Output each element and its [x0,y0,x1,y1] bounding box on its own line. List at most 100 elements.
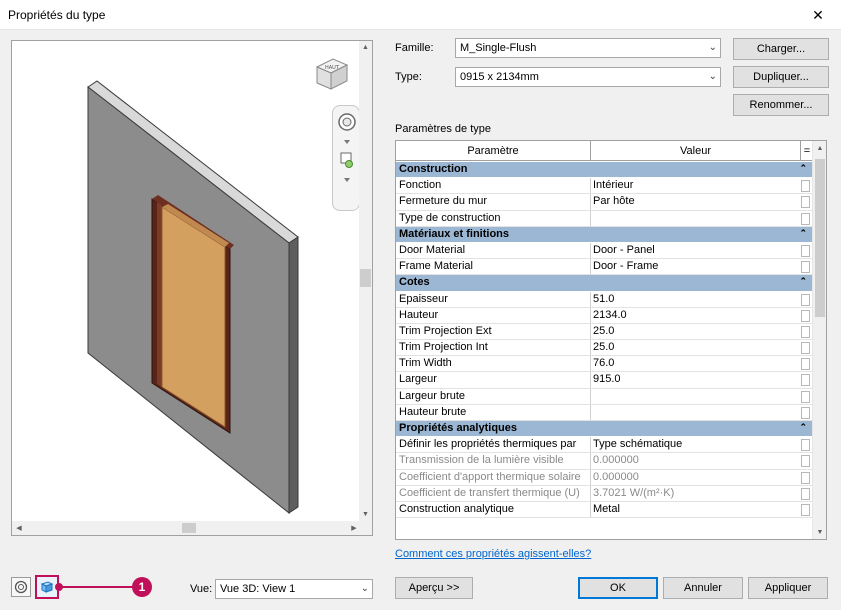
table-row[interactable]: Fermeture du mur Par hôte [396,194,813,211]
parameter-value[interactable]: 25.0 [593,325,801,337]
chevron-down-icon[interactable] [344,140,350,144]
table-row[interactable]: Trim Projection Int 25.0 [396,340,813,357]
formula-button[interactable] [801,293,810,306]
formula-button[interactable] [801,261,810,274]
table-row[interactable]: Hauteur brute [396,404,813,421]
preview-toggle-button[interactable]: Aperçu >> [395,577,473,599]
formula-button[interactable] [801,342,810,355]
group-header-row[interactable]: Cotes ⌃ [396,275,813,292]
parameter-value[interactable]: Door - Panel [593,244,801,256]
duplicate-button[interactable]: Dupliquer... [733,66,829,88]
table-row[interactable]: Construction analytique Metal [396,501,813,519]
parameter-value[interactable]: 2134.0 [593,309,801,321]
formula-button[interactable] [801,439,810,452]
rename-button[interactable]: Renommer... [733,94,829,116]
preview-horizontal-scrollbar[interactable]: ◀ ▶ [12,521,361,535]
type-select[interactable]: 0915 x 2134mm ⌄ [455,67,721,87]
formula-button[interactable] [801,390,810,403]
apply-button[interactable]: Appliquer [748,577,828,599]
chevron-down-icon: ⌄ [360,583,369,594]
scroll-thumb[interactable] [182,523,196,533]
collapse-chevron-icon[interactable]: ⌃ [799,163,807,174]
scroll-down-arrow-icon[interactable]: ▼ [813,525,826,539]
formula-button[interactable] [801,325,810,338]
column-header-value[interactable]: Valeur [591,141,801,161]
group-header-row[interactable]: Construction ⌃ [396,162,813,179]
parameter-value[interactable]: 51.0 [593,293,801,305]
load-button[interactable]: Charger... [733,38,829,60]
parameter-value[interactable]: 915.0 [593,373,801,385]
help-link[interactable]: Comment ces propriétés agissent-elles? [395,548,591,560]
parameter-value[interactable]: Intérieur [593,179,801,191]
group-header-row[interactable]: Matériaux et finitions ⌃ [396,226,813,243]
table-row[interactable]: Trim Width 76.0 [396,356,813,373]
scroll-up-arrow-icon[interactable]: ▲ [813,141,826,155]
table-row[interactable]: Transmission de la lumière visible 0.0000… [396,453,813,470]
collapse-chevron-icon[interactable]: ⌃ [799,228,807,239]
table-row[interactable]: Trim Projection Ext 25.0 [396,323,813,341]
formula-button[interactable] [801,455,810,468]
collapse-chevron-icon[interactable]: ⌃ [799,276,807,287]
view-value: Vue 3D: View 1 [220,583,296,595]
chevron-down-icon[interactable] [344,178,350,182]
scroll-left-arrow-icon[interactable]: ◀ [12,521,26,535]
column-header-parameter[interactable]: Paramètre [396,141,591,161]
scroll-up-arrow-icon[interactable]: ▲ [359,41,372,54]
scroll-thumb[interactable] [360,269,371,287]
table-row[interactable]: Hauteur 2134.0 [396,307,813,324]
parameter-value[interactable]: 76.0 [593,357,801,369]
steering-wheel-icon[interactable] [338,113,356,131]
formula-button[interactable] [801,212,810,225]
chevron-down-icon: ⌄ [708,71,717,82]
parameter-value[interactable]: Metal [593,503,801,515]
parameter-value[interactable]: Door - Frame [593,260,801,272]
collapse-chevron-icon[interactable]: ⌃ [799,422,807,433]
preview-vertical-scrollbar[interactable]: ▲ ▼ [359,41,372,521]
table-row[interactable]: Coefficient d'apport thermique solaire 0.… [396,469,813,486]
formula-button[interactable] [801,374,810,387]
view-cube-icon[interactable]: HAUT [309,53,353,97]
preview-panel[interactable]: HAUT ▲ ▼ ◀ ▶ [11,40,373,536]
formula-button[interactable] [801,180,810,193]
formula-button[interactable] [801,487,810,500]
view-label: Vue: [190,583,213,595]
steering-wheels-button[interactable] [11,577,31,597]
family-select[interactable]: M_Single-Flush ⌄ [455,38,721,58]
formula-button[interactable] [801,358,810,371]
table-row[interactable]: Coefficient de transfert thermique (U) 3.… [396,485,813,502]
formula-button[interactable] [801,471,810,484]
parameter-value[interactable]: Type schématique [593,438,801,450]
cancel-button[interactable]: Annuler [663,577,743,599]
scroll-down-arrow-icon[interactable]: ▼ [359,508,372,521]
table-row[interactable]: Frame Material Door - Frame [396,259,813,276]
parameter-name: Construction analytique [399,502,514,515]
group-header-row[interactable]: Propriétés analytiques ⌃ [396,421,813,438]
ok-button[interactable]: OK [578,577,658,599]
group-header-label: Propriétés analytiques [399,422,517,434]
formula-button[interactable] [801,406,810,419]
column-separator [590,210,591,226]
formula-button[interactable] [801,503,810,516]
group-header-label: Cotes [399,276,430,289]
parameter-name: Hauteur brute [399,405,467,418]
preview-canvas[interactable]: HAUT [12,41,361,521]
formula-button[interactable] [801,196,810,209]
scroll-thumb[interactable] [815,159,825,317]
parameter-value[interactable]: Par hôte [593,195,801,207]
table-row[interactable]: Type de construction [396,210,813,227]
column-separator [590,437,591,453]
zoom-icon[interactable] [340,152,353,168]
table-row[interactable]: Largeur brute [396,388,813,405]
formula-button[interactable] [801,244,810,257]
table-row[interactable]: Fonction Intérieur [396,178,813,195]
column-separator [590,194,591,210]
formula-button[interactable] [801,309,810,322]
table-row[interactable]: Définir les propriétés thermiques par Typ… [396,437,813,454]
table-vertical-scrollbar[interactable]: ▲ ▼ [812,141,826,539]
view-select[interactable]: Vue 3D: View 1 ⌄ [215,579,373,599]
table-row[interactable]: Door Material Door - Panel [396,242,813,260]
parameter-value[interactable]: 25.0 [593,341,801,353]
table-row[interactable]: Largeur 915.0 [396,372,813,389]
close-icon[interactable]: ✕ [795,0,841,30]
table-row[interactable]: Epaisseur 51.0 [396,291,813,308]
